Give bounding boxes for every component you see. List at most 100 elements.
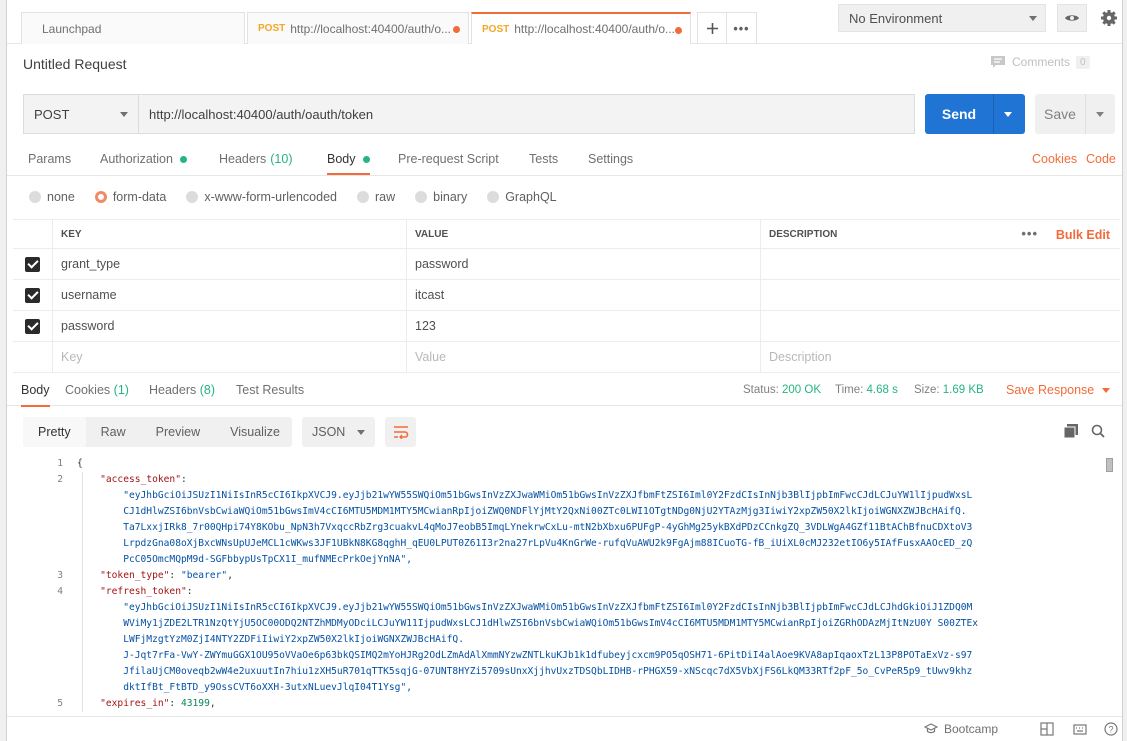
status-meta: Status: 200 OK: [743, 384, 821, 396]
copy-button[interactable]: [1062, 422, 1080, 440]
ellipsis-icon[interactable]: •••: [1021, 226, 1038, 241]
column-header-key: KEY: [53, 220, 407, 248]
radio-circle: [29, 191, 41, 203]
row-checkbox[interactable]: [25, 256, 40, 272]
line-number: 2: [57, 474, 63, 485]
description-input[interactable]: Description: [761, 342, 1120, 372]
code-line: dktIfBt_FtBTD_y9OssCVT6oXXH-3utxNLuevJlq…: [77, 682, 413, 693]
save-response-label: Save Response: [1006, 383, 1095, 397]
tab-request-2[interactable]: POST http://localhost:40400/auth/o...: [471, 12, 691, 44]
keyboard-icon: [1073, 724, 1087, 735]
tab-launchpad[interactable]: Launchpad: [21, 12, 245, 44]
chevron-down-icon[interactable]: [1096, 111, 1104, 117]
value-cell[interactable]: password: [407, 249, 761, 279]
url-value: http://localhost:40400/auth/oauth/token: [149, 106, 374, 122]
request-title[interactable]: Untitled Request: [23, 56, 127, 72]
key-cell[interactable]: password: [53, 311, 407, 341]
row-checkbox[interactable]: [25, 287, 40, 303]
response-tab-test-results[interactable]: Test Results: [236, 383, 304, 397]
line-number: [23, 664, 63, 680]
new-tab-button[interactable]: [697, 12, 727, 44]
response-tabs: Body Cookies (1) Headers (8) Test Result…: [7, 376, 1122, 407]
size-label: Size:: [914, 384, 940, 396]
header-checkbox-cell: [13, 220, 53, 248]
method-select[interactable]: POST: [23, 94, 139, 134]
tab-options-button[interactable]: •••: [727, 12, 757, 44]
save-response-button[interactable]: Save Response: [1006, 383, 1111, 397]
response-tab-headers[interactable]: Headers (8): [149, 383, 215, 397]
radio-none[interactable]: none: [29, 190, 75, 204]
value-cell[interactable]: itcast: [407, 280, 761, 310]
view-pretty[interactable]: Pretty: [23, 417, 86, 447]
tab-method: POST: [482, 23, 510, 35]
tab-params[interactable]: Params: [28, 152, 71, 166]
response-tab-cookies[interactable]: Cookies (1): [65, 383, 129, 397]
radio-circle: [186, 191, 199, 203]
chevron-down-icon: [120, 112, 128, 117]
save-button[interactable]: Save: [1035, 94, 1115, 134]
status-bar: Bootcamp ?: [7, 716, 1122, 741]
tab-tests[interactable]: Tests: [529, 152, 558, 166]
environment-quick-look-button[interactable]: [1057, 4, 1087, 32]
send-button[interactable]: Send: [925, 94, 1025, 134]
search-button[interactable]: [1089, 422, 1107, 440]
key-cell[interactable]: grant_type: [53, 249, 407, 279]
chevron-down-icon[interactable]: [1004, 111, 1012, 117]
environment-select[interactable]: No Environment: [838, 4, 1046, 32]
bulk-edit-link[interactable]: Bulk Edit: [1056, 228, 1110, 242]
description-cell[interactable]: [761, 249, 1120, 279]
status-value[interactable]: 200 OK: [782, 384, 821, 396]
radio-form-data[interactable]: form-data: [94, 190, 166, 204]
tab-headers[interactable]: Headers (10): [219, 152, 292, 166]
scrollbar-thumb[interactable]: [1106, 458, 1113, 472]
table-row: password 123: [13, 311, 1120, 342]
comments-button[interactable]: Comments 0: [990, 55, 1090, 69]
tab-settings[interactable]: Settings: [588, 152, 633, 166]
manage-environments-button[interactable]: [1097, 4, 1121, 32]
code-line: LWFjMzgtYzM0ZjI4NTY2ZDFiIiwiY2xpZW50X2lk…: [77, 634, 464, 645]
url-input[interactable]: http://localhost:40400/auth/oauth/token: [139, 94, 915, 134]
two-pane-view-button[interactable]: [1039, 721, 1055, 737]
radio-binary[interactable]: binary: [415, 190, 467, 204]
wrap-lines-button[interactable]: [385, 417, 416, 447]
code-link[interactable]: Code: [1086, 152, 1116, 166]
response-body-editor[interactable]: 1 2 3 4 5 { "access_token": "eyJhbGciOiJSUzI…: [23, 456, 1115, 712]
view-visualize[interactable]: Visualize: [215, 417, 295, 447]
cookies-link[interactable]: Cookies: [1032, 152, 1077, 166]
tab-params-label: Params: [28, 152, 72, 166]
help-button[interactable]: ?: [1103, 721, 1119, 737]
radio-graphql[interactable]: GraphQL: [487, 190, 557, 204]
format-select[interactable]: JSON: [302, 417, 375, 447]
description-cell[interactable]: [761, 311, 1120, 341]
code-line: "refresh_token":: [100, 586, 199, 597]
line-number: [23, 648, 63, 664]
radio-circle: [415, 191, 428, 203]
size-value[interactable]: 1.69 KB: [943, 384, 984, 396]
code-line: {: [77, 458, 83, 469]
tab-body[interactable]: Body: [327, 152, 370, 175]
tab-authorization[interactable]: Authorization: [100, 152, 187, 166]
key-cell[interactable]: username: [53, 280, 407, 310]
tab-request-1[interactable]: POST http://localhost:40400/auth/o...: [247, 12, 469, 44]
description-cell[interactable]: [761, 280, 1120, 310]
gear-icon: [1101, 10, 1117, 26]
radio-x-www-form-urlencoded[interactable]: x-www-form-urlencoded: [186, 190, 337, 204]
row-checkbox[interactable]: [25, 318, 40, 334]
tab-bar: Launchpad POST http://localhost:40400/au…: [7, 0, 1122, 44]
view-raw[interactable]: Raw: [86, 417, 141, 447]
time-value[interactable]: 4.68 s: [867, 384, 898, 396]
layout-icon: [1040, 722, 1054, 736]
bootcamp-button[interactable]: Bootcamp: [924, 722, 998, 736]
column-header-description: DESCRIPTION ••• Bulk Edit: [761, 220, 1120, 248]
response-tab-body[interactable]: Body: [21, 383, 50, 407]
radio-raw[interactable]: raw: [357, 190, 395, 204]
key-input[interactable]: Key: [53, 342, 407, 372]
view-preview[interactable]: Preview: [141, 417, 215, 447]
tab-label: Launchpad: [42, 21, 102, 36]
radio-label: GraphQL: [505, 190, 557, 204]
radio-label: raw: [375, 190, 396, 204]
keyboard-shortcuts-button[interactable]: [1072, 721, 1088, 737]
tab-prerequest-script[interactable]: Pre-request Script: [398, 152, 499, 166]
value-cell[interactable]: 123: [407, 311, 761, 341]
value-input[interactable]: Value: [407, 342, 761, 372]
